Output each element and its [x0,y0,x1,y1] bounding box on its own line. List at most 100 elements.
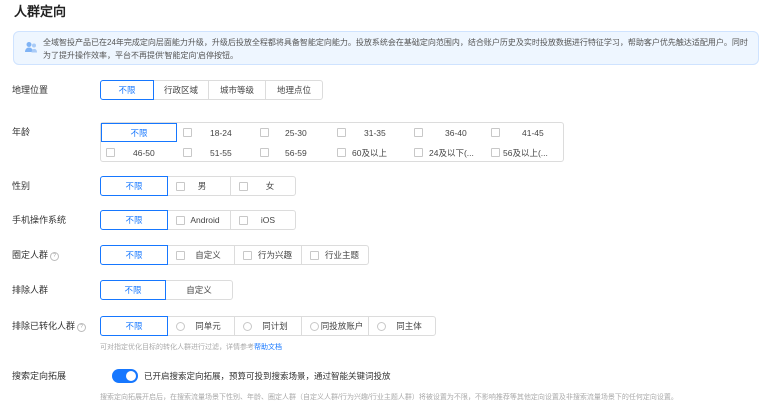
age-grid: 不限 18-24 25-30 31-35 36-40 41-45 46-50 5… [100,122,564,162]
exclude-crowd-label: 排除人群 [12,285,49,295]
radio-icon [176,322,185,331]
notice-banner: 全域智投产品已在24年完成定向层面能力升级，升级后投放全程都将具备智能定向能力。… [13,31,759,65]
age-option[interactable]: 56及以上(... [486,143,562,162]
targeted-crowd-label-text: 圈定人群 [12,250,49,260]
os-option-label: iOS [260,215,276,225]
age-label: 年龄 [12,127,31,137]
checkbox-icon [260,128,269,137]
exclude-converted-option-label: 同单元 [195,321,221,331]
exclude-converted-option-same-plan[interactable]: 同计划 [234,316,302,336]
exclude-converted-option-same-account[interactable]: 同投放账户 [301,316,369,336]
age-option[interactable]: 51-55 [178,143,254,162]
age-option[interactable]: 41-45 [486,123,562,142]
checkbox-icon [260,148,269,157]
search-expand-label: 搜索定向拓展 [12,371,67,381]
radio-icon [310,322,319,331]
exclude-converted-option-same-entity[interactable]: 同主体 [368,316,436,336]
age-option-label: 18-24 [210,127,232,138]
search-expand-row: 搜索定向拓展 已开启搜索定向拓展，预算可投到搜索场景，通过智能关键词投放 [12,366,752,386]
age-option[interactable]: 36-40 [409,123,485,142]
checkbox-icon [491,128,500,137]
exclude-converted-option-unlimited[interactable]: 不限 [100,316,168,336]
checkbox-icon [176,216,185,225]
age-option[interactable]: 18-24 [178,123,254,142]
exclude-converted-label: 排除已转化人群? [12,316,87,336]
checkbox-icon [414,148,423,157]
geo-option-city-level[interactable]: 城市等级 [208,80,266,100]
age-option-label: 51-55 [210,147,232,158]
people-icon [24,40,38,54]
exclude-converted-label-text: 排除已转化人群 [12,321,76,331]
os-label: 手机操作系统 [12,215,67,225]
checkbox-icon [239,216,248,225]
age-option-label: 24及以下(... [429,147,474,158]
geo-option-unlimited[interactable]: 不限 [100,80,154,100]
checkbox-icon [106,148,115,157]
page-title: 人群定向 [14,4,67,19]
os-option-unlimited[interactable]: 不限 [100,210,168,230]
exclude-crowd-option-unlimited[interactable]: 不限 [100,280,166,300]
gender-segmented: 不限 男 女 [100,176,296,196]
radio-icon [243,322,252,331]
gender-option-label: 男 [197,181,207,191]
geo-segmented: 不限 行政区域 城市等级 地理点位 [100,80,323,100]
gender-option-label: 女 [265,181,275,191]
checkbox-icon [176,182,185,191]
checkbox-icon [243,251,252,260]
toggle-knob [126,371,136,381]
age-option[interactable]: 46-50 [101,143,177,162]
age-option[interactable]: 31-35 [332,123,408,142]
geo-label: 地理位置 [12,85,49,95]
age-option-label: 46-50 [133,147,155,158]
checkbox-icon [239,182,248,191]
age-option[interactable]: 56-59 [255,143,331,162]
search-expand-hint: 搜索定向拓展开启后，在搜索流量场景下性别、年龄、圈定人群（自定义人群/行为兴趣/… [100,394,678,401]
exclude-converted-hint-text: 可对指定优化目标的转化人群进行过滤，详情参考 [100,344,254,351]
radio-icon [377,322,386,331]
checkbox-icon [337,148,346,157]
age-option-label: 56-59 [285,147,307,158]
targeted-crowd-option-industry[interactable]: 行业主题 [301,245,369,265]
gender-option-unlimited[interactable]: 不限 [100,176,168,196]
geo-option-poi[interactable]: 地理点位 [265,80,323,100]
checkbox-icon [176,251,185,260]
age-option-label: 36-40 [445,127,467,138]
age-option[interactable]: 24及以下(... [409,143,485,162]
age-option-label: 56及以上(... [503,147,548,158]
help-doc-link[interactable]: 帮助文档 [254,344,282,351]
exclude-converted-option-label: 同主体 [396,321,422,331]
checkbox-icon [337,128,346,137]
exclude-crowd-segmented: 不限 自定义 [100,280,233,300]
exclude-converted-option-same-unit[interactable]: 同单元 [167,316,235,336]
targeted-crowd-option-unlimited[interactable]: 不限 [100,245,168,265]
targeted-crowd-option-interest[interactable]: 行为兴趣 [234,245,302,265]
exclude-crowd-option-custom[interactable]: 自定义 [165,280,233,300]
help-icon[interactable]: ? [77,323,87,332]
geo-option-region[interactable]: 行政区域 [153,80,209,100]
age-option-label: 41-45 [522,127,544,138]
targeted-crowd-option-label: 自定义 [195,250,221,260]
age-option-unlimited[interactable]: 不限 [101,123,177,142]
age-option-label: 25-30 [285,127,307,138]
exclude-converted-option-label: 同计划 [262,321,288,331]
os-segmented: 不限 Android iOS [100,210,296,230]
checkbox-icon [183,128,192,137]
age-option[interactable]: 25-30 [255,123,331,142]
search-expand-toggle[interactable] [112,369,138,383]
checkbox-icon [310,251,319,260]
help-icon[interactable]: ? [50,252,60,261]
notice-text: 全域智投产品已在24年完成定向层面能力升级，升级后投放全程都将具备智能定向能力。… [43,38,748,60]
exclude-converted-segmented: 不限 同单元 同计划 同投放账户 同主体 [100,316,436,336]
age-option-label: 31-35 [364,127,386,138]
os-option-ios[interactable]: iOS [230,210,296,230]
age-option-label: 60及以上 [352,147,387,158]
age-option[interactable]: 60及以上 [332,143,408,162]
gender-option-male[interactable]: 男 [167,176,231,196]
gender-label: 性别 [12,181,31,191]
targeted-crowd-option-custom[interactable]: 自定义 [167,245,235,265]
search-expand-status: 已开启搜索定向拓展，预算可投到搜索场景，通过智能关键词投放 [144,371,391,381]
gender-option-female[interactable]: 女 [230,176,296,196]
age-option-label: 不限 [130,127,148,138]
checkbox-icon [491,148,500,157]
os-option-android[interactable]: Android [167,210,231,230]
